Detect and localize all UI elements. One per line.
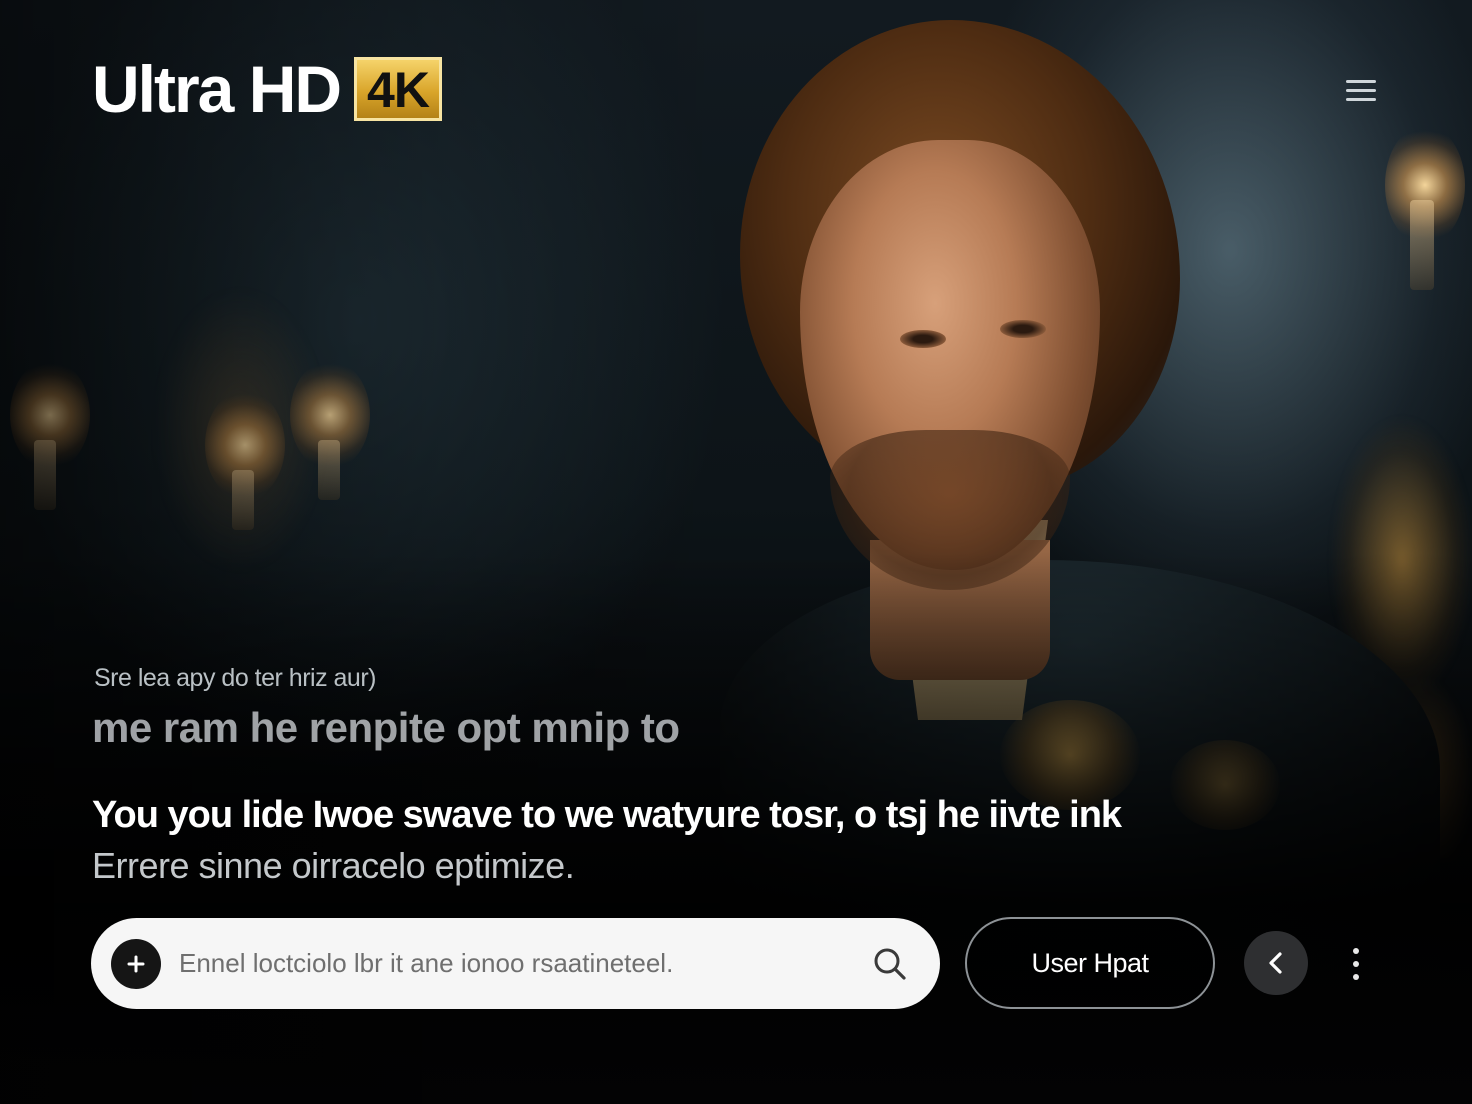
search-icon[interactable] <box>870 944 910 984</box>
add-button[interactable] <box>111 938 161 989</box>
4k-badge: 4K <box>354 56 442 122</box>
user-button-label: User Hpat <box>1031 947 1149 978</box>
hero-subline: Errere sinne oirracelo eptimize. <box>92 845 575 886</box>
hero-screen: Ultra HD 4K Sre lea apy do ter hriz aur)… <box>0 0 1472 1104</box>
more-dot <box>1353 974 1359 980</box>
hamburger-menu-icon[interactable] <box>1346 80 1376 104</box>
plus-icon <box>127 955 145 972</box>
search-bar <box>91 918 940 1009</box>
brand-logo: Ultra HD 4K <box>92 56 442 122</box>
hero-eyebrow: Sre lea apy do ter hriz aur) <box>94 664 376 692</box>
user-button[interactable]: User Hpat <box>965 917 1215 1009</box>
more-dot <box>1353 948 1359 954</box>
search-input[interactable] <box>177 947 870 980</box>
menu-line <box>1346 80 1376 83</box>
hero-headline-faded: me ram he renpite opt mnip to <box>92 704 680 751</box>
hero-headline: You you lide Iwoe swave to we watyure to… <box>92 794 1122 836</box>
menu-line <box>1346 98 1376 101</box>
menu-line <box>1346 89 1376 92</box>
chevron-left-icon <box>1269 952 1282 974</box>
more-dot <box>1353 961 1359 967</box>
more-vertical-icon[interactable] <box>1340 940 1372 988</box>
back-button[interactable] <box>1244 931 1308 995</box>
logo-text: Ultra HD <box>92 52 342 126</box>
